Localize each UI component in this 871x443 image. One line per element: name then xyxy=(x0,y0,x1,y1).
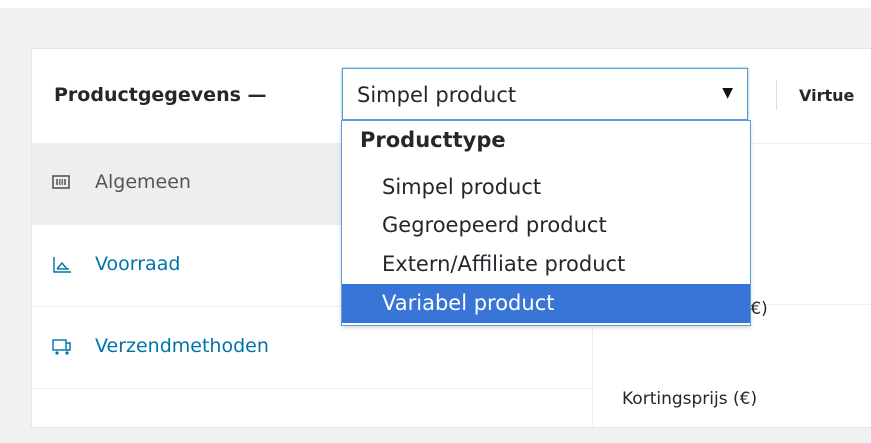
inventory-icon xyxy=(53,257,71,273)
tab-general-label: Algemeen xyxy=(95,171,191,193)
tab-shipping-label: Verzendmethoden xyxy=(95,335,269,357)
option-grouped-product[interactable]: Gegroepeerd product xyxy=(342,206,750,245)
option-external-product[interactable]: Extern/Affiliate product xyxy=(342,245,750,284)
dropdown-group-label: Producttype xyxy=(360,128,506,152)
general-icon xyxy=(52,175,70,189)
chevron-down-icon: ▼ xyxy=(722,85,733,101)
product-type-select[interactable]: Simpel product ▼ xyxy=(342,68,748,120)
shipping-icon xyxy=(52,339,71,355)
tab-inventory-label: Voorraad xyxy=(95,253,181,275)
option-variable-product[interactable]: Variabel product xyxy=(342,284,750,323)
product-type-dropdown: Producttype Simpel product Gegroepeerd p… xyxy=(341,120,751,326)
sale-price-label: Kortingsprijs (€) xyxy=(622,389,758,409)
panel-title: Productgegevens — xyxy=(54,84,267,106)
header-separator xyxy=(776,80,777,110)
option-simple-product[interactable]: Simpel product xyxy=(342,168,750,207)
virtual-checkbox-label[interactable]: Virtue xyxy=(799,86,859,105)
top-strip xyxy=(0,0,871,8)
product-type-select-value: Simpel product xyxy=(357,83,517,107)
